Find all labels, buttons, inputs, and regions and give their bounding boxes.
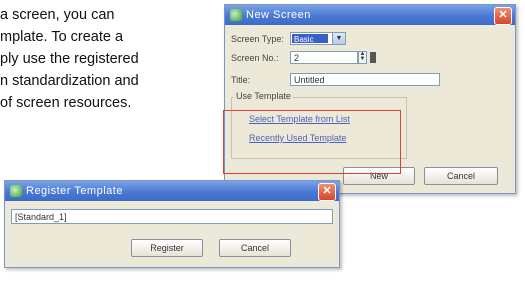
title-label: Title: [231, 75, 251, 85]
callout-highlight [223, 110, 401, 174]
dialog-title: Register Template [26, 185, 123, 197]
doc-line: n standardization and [0, 73, 139, 89]
register-titlebar[interactable]: Register Template ✕ [5, 181, 339, 201]
doc-line: of screen resources. [0, 95, 132, 111]
close-icon[interactable]: ✕ [318, 183, 336, 201]
dialog-title: New Screen [246, 9, 311, 21]
doc-line: a screen, you can [0, 7, 115, 23]
new-screen-titlebar[interactable]: New Screen ✕ [225, 5, 515, 25]
register-button[interactable]: Register [131, 239, 203, 257]
screen-no-picker-icon[interactable] [370, 52, 376, 63]
chevron-down-icon[interactable]: ▼ [332, 33, 345, 44]
close-icon[interactable]: ✕ [494, 7, 512, 25]
use-template-label: Use Template [234, 91, 293, 101]
screen-no-label: Screen No.: [231, 53, 279, 63]
title-input[interactable]: Untitled [290, 73, 440, 86]
screen-no-stepper[interactable]: ▲ ▼ [358, 51, 367, 64]
register-template-dialog: Register Template ✕ [Standard_1] Registe… [4, 180, 340, 268]
app-icon [230, 9, 242, 21]
screen-no-input[interactable]: 2 [290, 51, 358, 64]
screen-type-select[interactable]: Basic ▼ [290, 32, 346, 45]
screen-type-value: Basic [292, 34, 328, 44]
document-paragraph: a screen, you can mplate. To create a pl… [0, 4, 212, 114]
doc-line: ply use the registered [0, 51, 139, 67]
doc-line: mplate. To create a [0, 29, 124, 45]
app-icon [10, 185, 22, 197]
screen-type-label: Screen Type: [231, 34, 284, 44]
cancel-button[interactable]: Cancel [424, 167, 498, 185]
cancel-button[interactable]: Cancel [219, 239, 291, 257]
template-name-input[interactable]: [Standard_1] [11, 209, 333, 224]
